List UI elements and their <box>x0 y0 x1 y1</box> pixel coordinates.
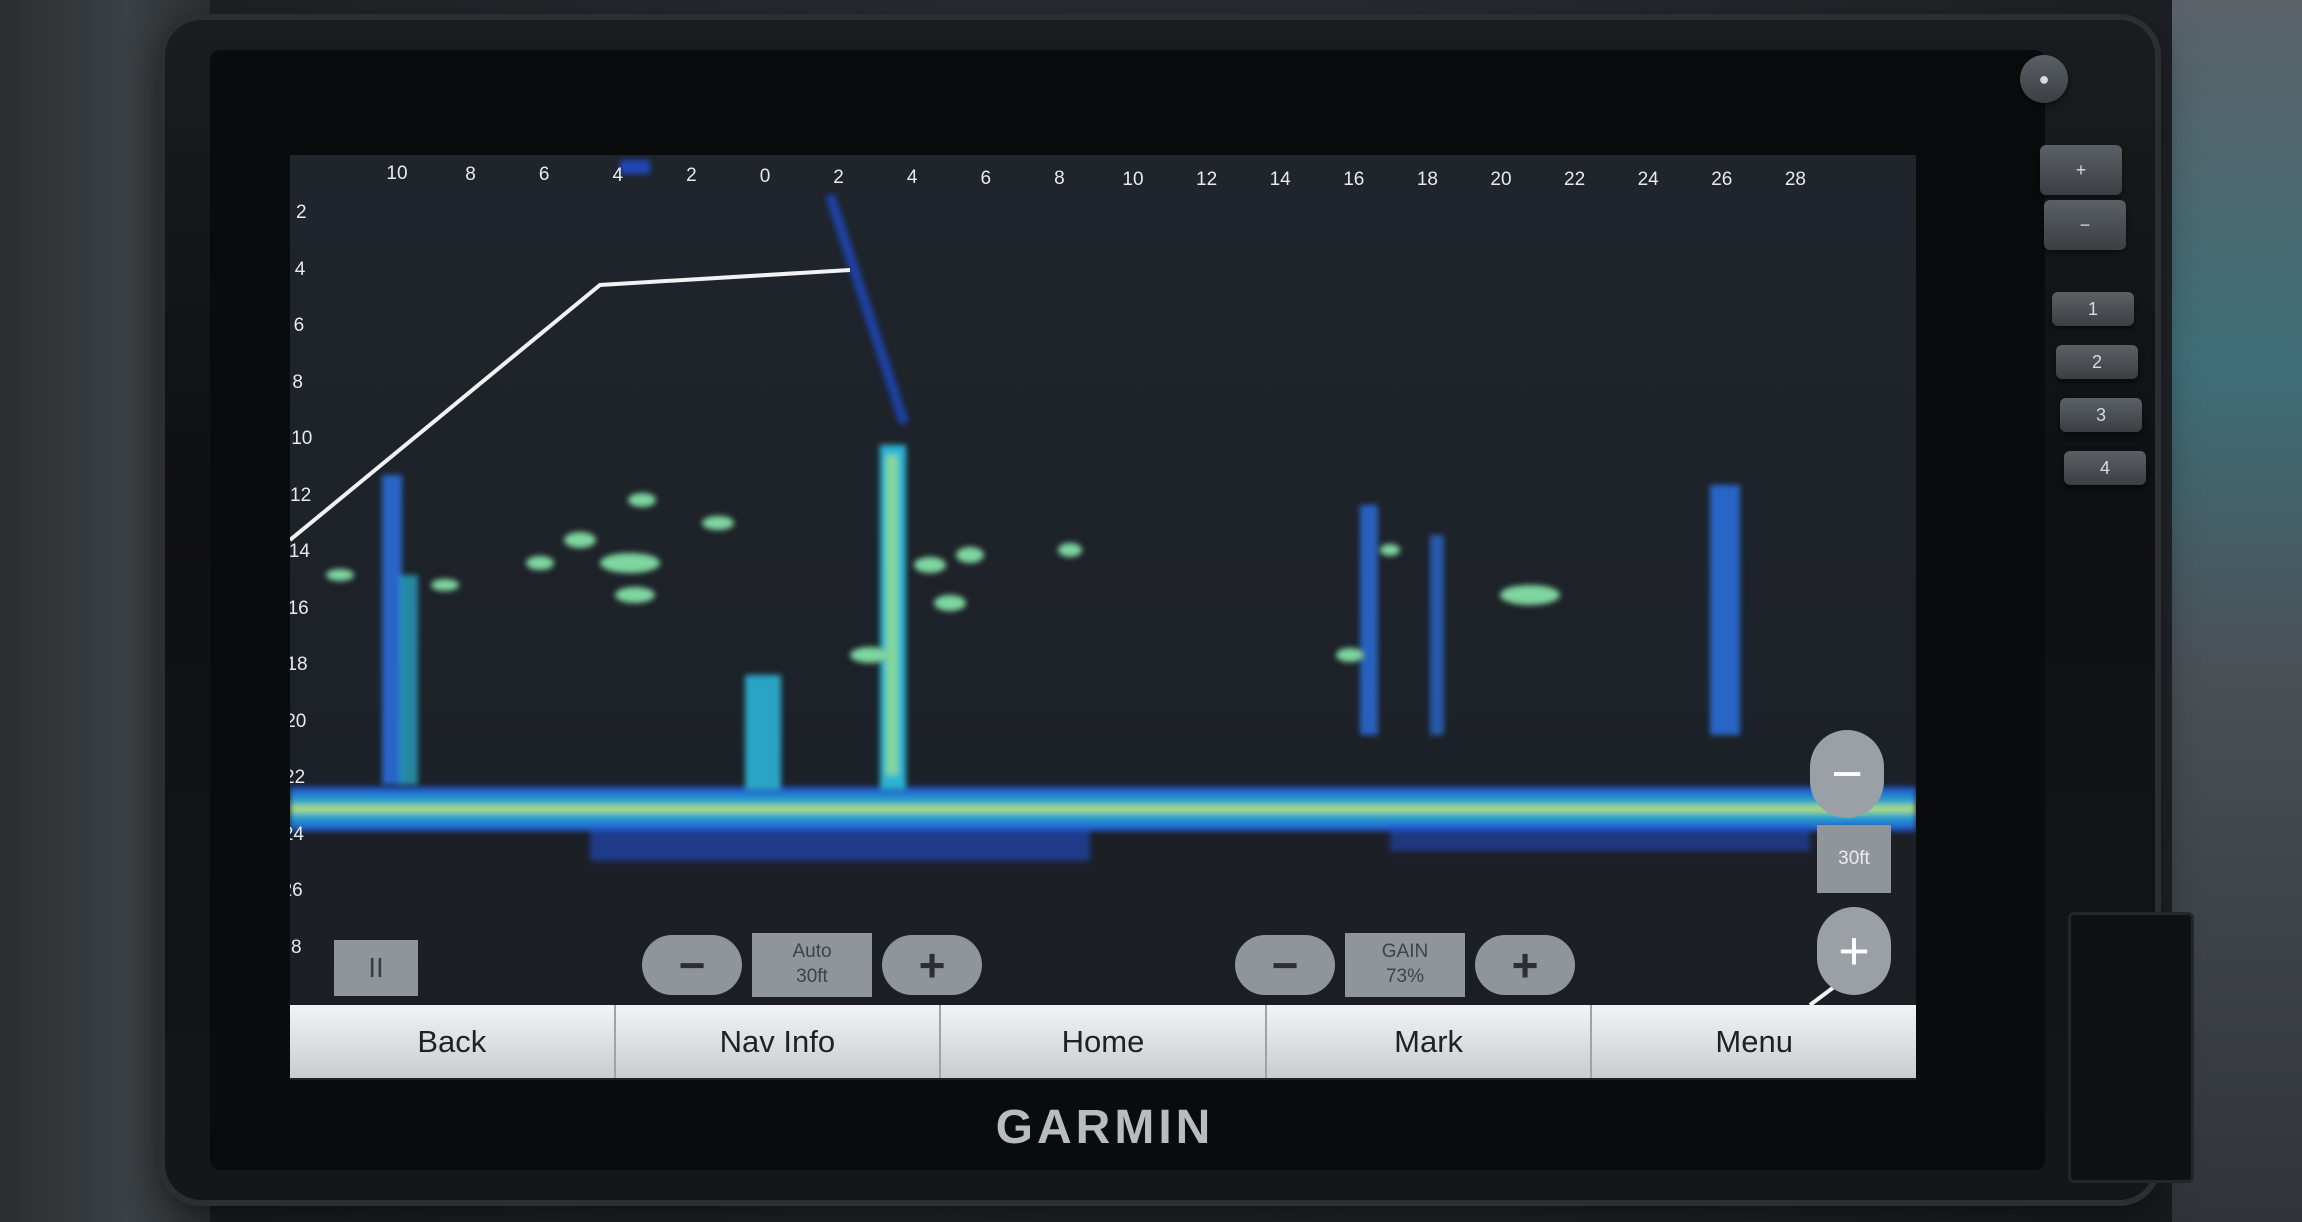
softkey-label: Mark <box>1394 1023 1464 1059</box>
distance-tick-label: 0 <box>759 166 771 187</box>
range-mode-label: Auto <box>792 941 832 963</box>
menu-softkey[interactable]: Menu <box>1592 1005 1916 1078</box>
distance-tick-label: 12 <box>1196 169 1218 190</box>
minus-icon: − <box>678 939 706 991</box>
distance-tick-label: 28 <box>1784 169 1806 190</box>
distance-tick-label: 26 <box>1711 169 1733 190</box>
depth-tick-label: 22 <box>290 767 306 788</box>
depth-tick-label: 14 <box>290 541 310 562</box>
gain-label: GAIN <box>1381 941 1429 963</box>
preset-key-4[interactable]: 4 <box>2064 451 2146 485</box>
plus-icon: + <box>1511 939 1539 991</box>
depth-tick-label: 24 <box>290 823 304 845</box>
hardware-zoom-out-key[interactable]: − <box>2044 200 2126 250</box>
range-decrease-button[interactable]: − <box>642 935 742 995</box>
depth-tick-label: 16 <box>290 597 309 619</box>
softkey-label: Menu <box>1715 1023 1793 1059</box>
pause-button[interactable]: II <box>334 940 418 996</box>
zoom-range-label: 30ft <box>1817 825 1891 893</box>
depth-tick-label: 20 <box>290 710 307 732</box>
distance-tick-label: 10 <box>1122 169 1144 190</box>
back-softkey[interactable]: Back <box>290 1005 616 1078</box>
sonar-view[interactable]: 10 8 6 4 2 0 2 4 6 8 10 12 14 16 18 20 22 24 26 28 2 4 6 8 10 12… <box>290 155 1916 1007</box>
gain-decrease-button[interactable]: − <box>1235 935 1335 995</box>
depth-tick-label: 28 <box>290 936 302 958</box>
distance-tick-label: 4 <box>612 164 624 186</box>
depth-tick-label: 6 <box>293 315 305 336</box>
distance-tick-label: 14 <box>1269 169 1291 190</box>
zoom-range-value: 30ft <box>1838 848 1870 869</box>
distance-tick-label: 8 <box>465 163 476 185</box>
sonar-returns <box>290 160 1916 1007</box>
distance-tick-label: 24 <box>1637 169 1659 190</box>
preset-key-label: 1 <box>2087 298 2098 319</box>
range-increase-button[interactable]: + <box>882 935 982 995</box>
distance-tick-label: 18 <box>1416 169 1438 190</box>
distance-tick-label: 2 <box>686 165 697 187</box>
minus-icon: − <box>1831 744 1863 804</box>
preset-key-2[interactable]: 2 <box>2056 345 2138 379</box>
brand-logo: GARMIN <box>995 1101 1215 1154</box>
plus-icon: + <box>2075 159 2087 180</box>
gain-value: 73% <box>1385 966 1425 987</box>
zoom-out-button[interactable]: − <box>1810 730 1884 818</box>
plus-icon: + <box>1838 921 1870 981</box>
softkey-label: Back <box>417 1023 487 1059</box>
zoom-in-button[interactable]: + <box>1817 907 1891 995</box>
gain-increase-button[interactable]: + <box>1475 935 1575 995</box>
depth-tick-label: 8 <box>292 371 303 393</box>
plus-icon: + <box>918 939 946 991</box>
distance-tick-label: 16 <box>1343 169 1365 190</box>
sonar-bottom <box>290 787 1916 861</box>
minus-icon: − <box>1271 939 1299 991</box>
sonar-screen: 10 8 6 4 2 0 2 4 6 8 10 12 14 16 18 20 22 24 26 28 2 4 6 8 10 12… <box>290 155 1916 1080</box>
distance-tick-label: 4 <box>906 167 918 189</box>
hardware-zoom-in-key[interactable]: + <box>2040 145 2122 195</box>
softkey-bar: Back Nav Info Home Mark Menu <box>290 1005 1916 1078</box>
depth-tick-label: 4 <box>294 258 306 280</box>
pause-icon: II <box>368 952 384 983</box>
gain-setting[interactable]: GAIN 73% <box>1345 933 1465 997</box>
mark-softkey[interactable]: Mark <box>1266 1005 1593 1078</box>
distance-tick-label: 8 <box>1054 168 1065 190</box>
softkey-label: Nav Info <box>719 1023 836 1059</box>
range-value: 30ft <box>796 966 828 987</box>
preset-key-label: 3 <box>2095 404 2106 425</box>
distance-tick-label: 6 <box>980 167 992 189</box>
softkey-label: Home <box>1061 1023 1145 1059</box>
depth-tick-label: 18 <box>290 654 308 675</box>
depth-tick-label: 10 <box>291 428 313 449</box>
preset-key-3[interactable]: 3 <box>2060 398 2142 432</box>
distance-tick-label: 22 <box>1564 169 1586 190</box>
distance-tick-label: 2 <box>833 166 844 188</box>
depth-tick-label: 12 <box>290 484 312 506</box>
distance-tick-label: 20 <box>1490 169 1512 190</box>
depth-tick-label: 2 <box>296 202 307 223</box>
minus-icon: − <box>2079 214 2091 235</box>
nav-info-softkey[interactable]: Nav Info <box>615 1005 942 1078</box>
power-icon: ● <box>2038 68 2050 89</box>
distance-tick-label: 6 <box>538 164 550 186</box>
preset-key-label: 2 <box>2091 351 2102 372</box>
distance-tick-label: 10 <box>386 163 408 184</box>
power-button[interactable]: ● <box>2020 55 2068 103</box>
preset-key-label: 4 <box>2099 457 2110 478</box>
card-slot-cover[interactable] <box>2068 912 2194 1183</box>
depth-tick-label: 26 <box>290 880 303 901</box>
range-setting[interactable]: Auto 30ft <box>752 933 872 997</box>
preset-key-1[interactable]: 1 <box>2052 292 2134 326</box>
home-softkey[interactable]: Home <box>941 1005 1267 1078</box>
